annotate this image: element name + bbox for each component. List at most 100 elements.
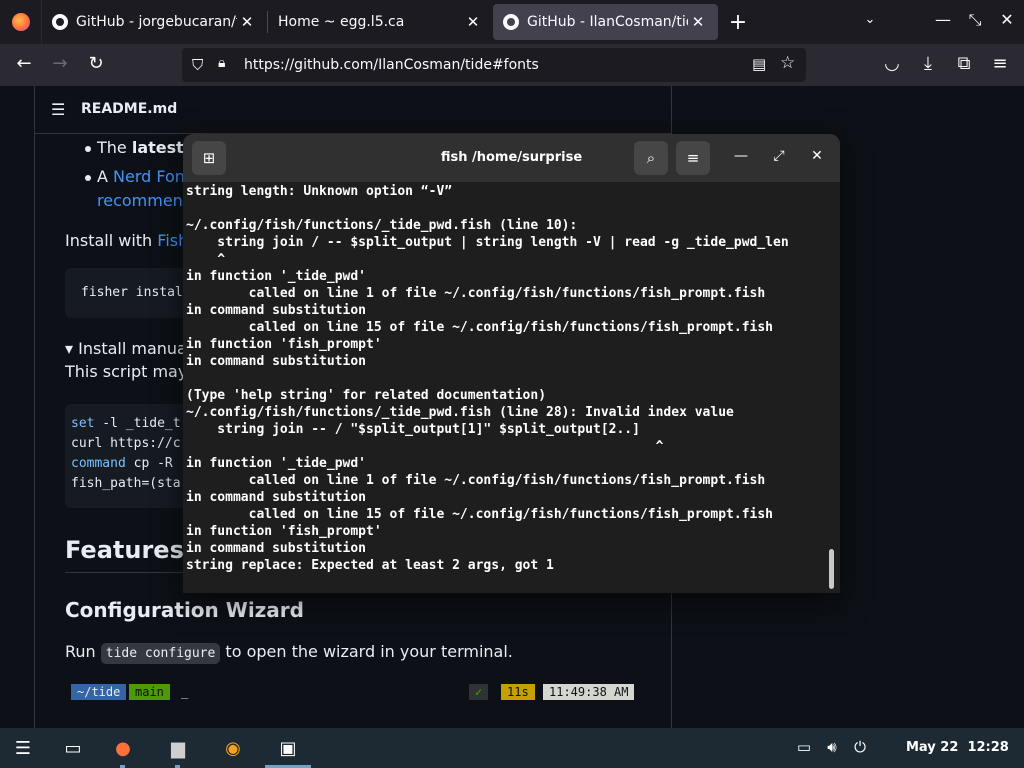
terminal-line: in function '_tide_pwd' (186, 456, 367, 471)
github-icon (503, 14, 519, 30)
tracking-shield-icon[interactable]: ⛉ (192, 56, 203, 74)
install-manually-summary[interactable]: ▾ Install manua (65, 339, 187, 358)
workspaces-icon[interactable]: ▭ (60, 736, 86, 760)
firefox-view-button[interactable] (0, 0, 42, 44)
text: Run (65, 642, 101, 661)
restore-icon[interactable]: ⤡ (964, 10, 986, 30)
close-tab-icon[interactable]: ✕ (688, 13, 708, 31)
hamburger-menu-icon[interactable]: ≡ (676, 141, 710, 175)
code-line: curl https://c (71, 436, 181, 451)
pocket-icon[interactable]: ◡ (880, 53, 904, 74)
readme-file-name: README.md (81, 101, 178, 117)
taskbar: ☰ ▭ ● ▆ ◉ ▣ ▭ 🔊︎ ⏻ May 22 12:28 (0, 728, 1024, 768)
close-tab-icon[interactable]: ✕ (463, 13, 483, 31)
code-line: set -l _tide_t (71, 416, 181, 431)
text: Install with (65, 231, 158, 250)
reload-icon[interactable]: ↻ (84, 53, 108, 74)
code-line: command cp -R (71, 456, 173, 471)
firefox-icon (11, 13, 30, 31)
search-icon[interactable]: ⌕ (634, 141, 668, 175)
firefox-icon[interactable]: ● (110, 736, 136, 760)
outline-list-icon[interactable]: ☰ (51, 100, 65, 119)
new-tab-button[interactable]: + (718, 10, 758, 35)
code-text: cp -R (125, 456, 173, 471)
code-keyword: command (71, 456, 126, 471)
bullet-dot (85, 175, 91, 181)
terminal-scrollbar[interactable] (829, 549, 834, 589)
code-line: fisher instal (81, 285, 183, 300)
terminal-line: in command substitution (186, 303, 367, 318)
text: A (97, 167, 114, 186)
terminal-line: in function '_tide_pwd' (186, 269, 367, 284)
run-tide-configure-text: Run tide configure to open the wizard in… (65, 642, 513, 664)
terminal-header-bar[interactable]: ⊞ fish /home/surprise ⌕ ≡ — ⤢ ✕ (183, 134, 840, 182)
prompt-cursor: _ (181, 685, 189, 699)
tab-title: Home ~ egg.l5.ca (278, 14, 405, 30)
tab-title: GitHub - IlanCosman/tide (527, 14, 688, 30)
configuration-wizard-heading: Configuration Wizard (65, 598, 304, 622)
code-text: fish_path=(sta (71, 476, 181, 491)
clock-time: 12:28 (967, 740, 1009, 755)
terminal-line: string length: Unknown option “-V” (186, 184, 453, 199)
features-heading: Features (65, 536, 184, 564)
volume-icon[interactable]: 🔊︎ (822, 738, 842, 756)
terminal-line: string join -- / "$split_output[1]" $spl… (186, 422, 640, 437)
menu-icon[interactable]: ≡ (988, 53, 1012, 74)
close-icon[interactable]: ✕ (807, 148, 827, 164)
terminal-line: in function 'fish_prompt' (186, 524, 382, 539)
terminal-line: called on line 1 of file ~/.config/fish/… (186, 286, 766, 301)
url-bar[interactable]: ⛉ 🔒︎ https://github.com/IlanCosman/tide#… (182, 48, 806, 82)
browser-tab-bar: GitHub - jorgebucaran/fisher ✕ Home ~ eg… (0, 0, 1024, 44)
forward-arrow-icon[interactable]: → (48, 53, 72, 74)
bullet-dot (85, 146, 91, 152)
terminal-line: ^ (186, 439, 664, 454)
terminal-icon[interactable]: ▣ (275, 736, 301, 760)
extensions-icon[interactable]: ⧉ (952, 53, 976, 74)
tab-fisher[interactable]: GitHub - jorgebucaran/fisher ✕ (42, 4, 267, 40)
close-window-icon[interactable]: ✕ (996, 10, 1018, 29)
new-tab-icon[interactable]: ⊞ (192, 141, 226, 175)
inline-code: tide configure (100, 643, 221, 664)
nerd-font-link[interactable]: Nerd Font (113, 167, 191, 186)
time-segment: 11:49:38 AM (543, 684, 635, 700)
tab-egg[interactable]: Home ~ egg.l5.ca ✕ (268, 4, 493, 40)
terminal-line: ~/.config/fish/functions/_tide_pwd.fish … (186, 405, 734, 420)
screen-icon[interactable]: ▭ (794, 738, 814, 756)
files-icon[interactable]: ▆ (165, 736, 191, 760)
github-icon (52, 14, 68, 30)
terminal-line: in command substitution (186, 354, 367, 369)
terminal-line: (Type 'help string' for related document… (186, 388, 547, 403)
text: The (97, 138, 132, 157)
terminal-line: string replace: Expected at least 2 args… (186, 558, 554, 573)
tab-tide[interactable]: GitHub - IlanCosman/tide ✕ (493, 4, 718, 40)
status-check-segment: ✓ (469, 684, 489, 700)
code-keyword: set (71, 416, 95, 431)
minimize-icon[interactable]: — (932, 10, 954, 29)
recommended-link[interactable]: recommen (97, 191, 183, 210)
duration-segment: 11s (501, 684, 535, 700)
minimize-icon[interactable]: — (731, 148, 751, 164)
power-icon[interactable]: ⏻ (850, 738, 870, 756)
downloads-icon[interactable]: ⤓ (916, 53, 940, 74)
zorin-menu-icon[interactable]: ☰ (10, 736, 36, 760)
terminal-window[interactable]: ⊞ fish /home/surprise ⌕ ≡ — ⤢ ✕ string l… (183, 134, 840, 593)
terminal-line: called on line 15 of file ~/.config/fish… (186, 507, 773, 522)
lock-icon[interactable]: 🔒︎ (218, 55, 225, 71)
maximize-icon[interactable]: ⤢ (769, 148, 789, 164)
close-tab-icon[interactable]: ✕ (237, 13, 257, 31)
text-bold: latest (131, 138, 184, 157)
reader-view-icon[interactable]: ▤ (752, 55, 766, 73)
install-with-text: Install with Fishe (65, 231, 198, 250)
tide-prompt-demo: ~/tide main _ ✓ 11s 11:49:38 AM (71, 684, 635, 700)
code-text: curl https://c (71, 436, 181, 451)
bookmark-star-icon[interactable]: ☆ (780, 53, 795, 73)
list-tabs-chevron-icon[interactable]: ⌄ (858, 12, 882, 27)
software-icon[interactable]: ◉ (220, 736, 246, 760)
terminal-output[interactable]: string length: Unknown option “-V” ~/.con… (186, 183, 826, 589)
bullet-nerd-font: A Nerd Font (97, 167, 191, 186)
url-text[interactable]: https://github.com/IlanCosman/tide#fonts (244, 57, 539, 73)
navigation-toolbar: ← → ↻ ⛉ 🔒︎ https://github.com/IlanCosman… (0, 44, 1024, 86)
back-arrow-icon[interactable]: ← (12, 53, 36, 74)
clock[interactable]: May 22 12:28 (906, 740, 1009, 755)
pwd-segment: ~/tide (71, 684, 127, 700)
